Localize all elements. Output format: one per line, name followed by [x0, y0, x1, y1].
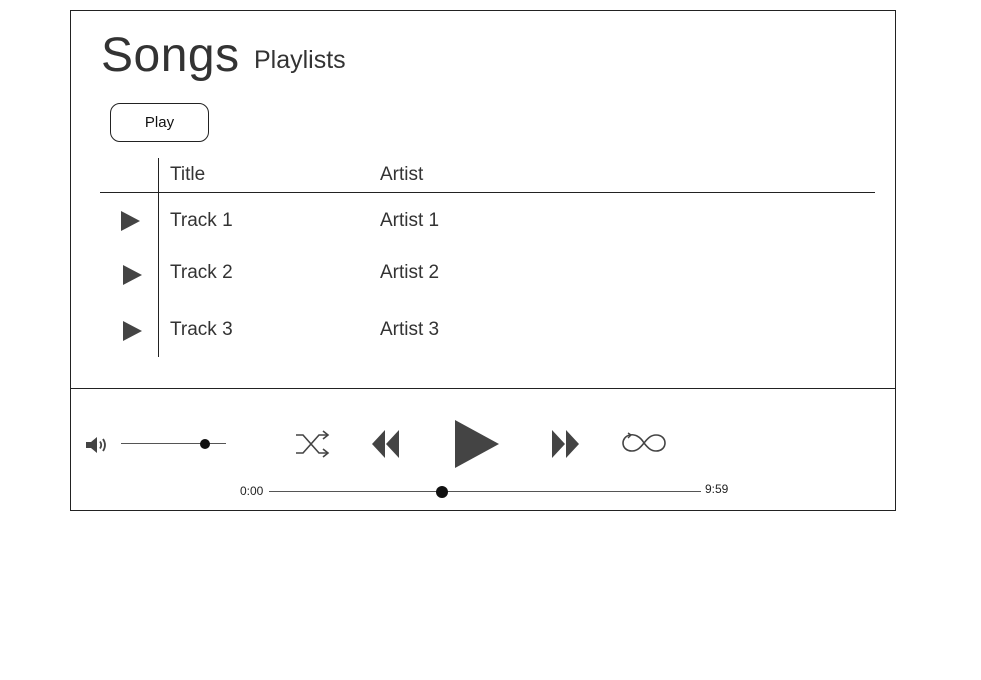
fast-forward-icon[interactable] — [551, 429, 581, 459]
seek-track[interactable] — [269, 491, 701, 492]
table-row[interactable]: Track 1 Artist 1 — [100, 201, 875, 241]
track-title: Track 1 — [170, 210, 233, 231]
volume-handle[interactable] — [200, 439, 210, 449]
header-divider — [100, 192, 875, 193]
player-divider — [71, 388, 895, 389]
play-icon[interactable] — [454, 419, 500, 469]
seek-handle[interactable] — [435, 486, 448, 498]
track-title: Track 3 — [170, 319, 233, 340]
tab-songs[interactable]: Songs — [101, 29, 240, 83]
track-title: Track 2 — [170, 262, 233, 283]
speaker-icon[interactable] — [85, 435, 109, 455]
row-play-icon[interactable] — [120, 211, 140, 231]
rewind-icon[interactable] — [371, 429, 401, 459]
table-row[interactable]: Track 3 Artist 3 — [100, 310, 875, 350]
column-header-title: Title — [170, 164, 206, 185]
time-total: 9:59 — [705, 482, 729, 496]
time-elapsed: 0:00 — [240, 484, 264, 498]
column-header-artist: Artist — [380, 164, 424, 185]
shuffle-icon[interactable] — [295, 429, 331, 459]
track-artist: Artist 1 — [380, 210, 440, 231]
track-artist: Artist 2 — [380, 262, 440, 283]
tab-playlists[interactable]: Playlists — [254, 45, 346, 75]
music-player-window: Songs Playlists Play Title Artist Track … — [70, 10, 896, 511]
track-artist: Artist 3 — [380, 319, 440, 340]
row-play-icon[interactable] — [122, 321, 142, 341]
infinity-loop-icon[interactable] — [622, 432, 666, 454]
table-row[interactable]: Track 2 Artist 2 — [100, 253, 875, 293]
volume-track[interactable] — [121, 443, 226, 444]
play-button[interactable]: Play — [110, 103, 209, 142]
row-play-icon[interactable] — [122, 265, 142, 285]
